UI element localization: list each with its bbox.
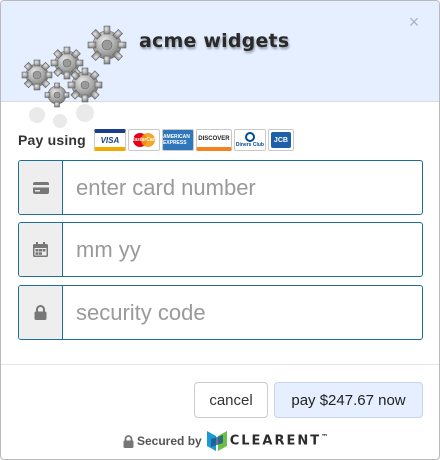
lock-icon xyxy=(19,286,63,339)
cancel-button[interactable]: cancel xyxy=(194,382,268,418)
amex-card-icon: AMERICAN EXPRESS xyxy=(161,129,194,151)
secured-by-badge: Secured by CLEARENT™ xyxy=(123,429,328,453)
visa-card-icon: VISA xyxy=(93,129,126,151)
clearent-wordmark: CLEARENT™ xyxy=(229,433,329,449)
dialog-header: acme widgets × xyxy=(1,1,439,128)
brand-name: acme widgets xyxy=(139,30,290,52)
mastercard-card-icon: MasterCard xyxy=(127,129,160,151)
diners-card-icon: Diners Club xyxy=(233,129,266,151)
security-code-field xyxy=(18,285,423,340)
card-number-field xyxy=(18,160,423,215)
pay-using-label: Pay using xyxy=(18,132,86,148)
credit-card-icon xyxy=(19,161,63,214)
jcb-card-icon: JCB xyxy=(267,129,294,151)
calendar-icon xyxy=(19,223,63,276)
accepted-cards: VISA MasterCard AMERICAN EXPRESS DISCOVE… xyxy=(93,129,294,151)
expiry-field xyxy=(18,222,423,277)
pay-button[interactable]: pay $247.67 now xyxy=(274,382,423,418)
clearent-logo-icon xyxy=(206,431,227,451)
pay-using-row: Pay using VISA MasterCard AMERICAN EXPRE… xyxy=(18,128,294,152)
secured-by-label: Secured by xyxy=(137,434,202,448)
payment-dialog: acme widgets × Pay using VISA MasterCard… xyxy=(0,0,440,460)
card-number-input[interactable] xyxy=(63,161,422,214)
close-icon[interactable]: × xyxy=(407,13,421,31)
lock-icon xyxy=(123,434,134,448)
gears-logo xyxy=(21,25,127,128)
footer-divider xyxy=(1,364,439,365)
discover-card-icon: DISCOVER xyxy=(195,129,232,151)
expiry-input[interactable] xyxy=(63,223,422,276)
security-code-input[interactable] xyxy=(63,286,422,339)
